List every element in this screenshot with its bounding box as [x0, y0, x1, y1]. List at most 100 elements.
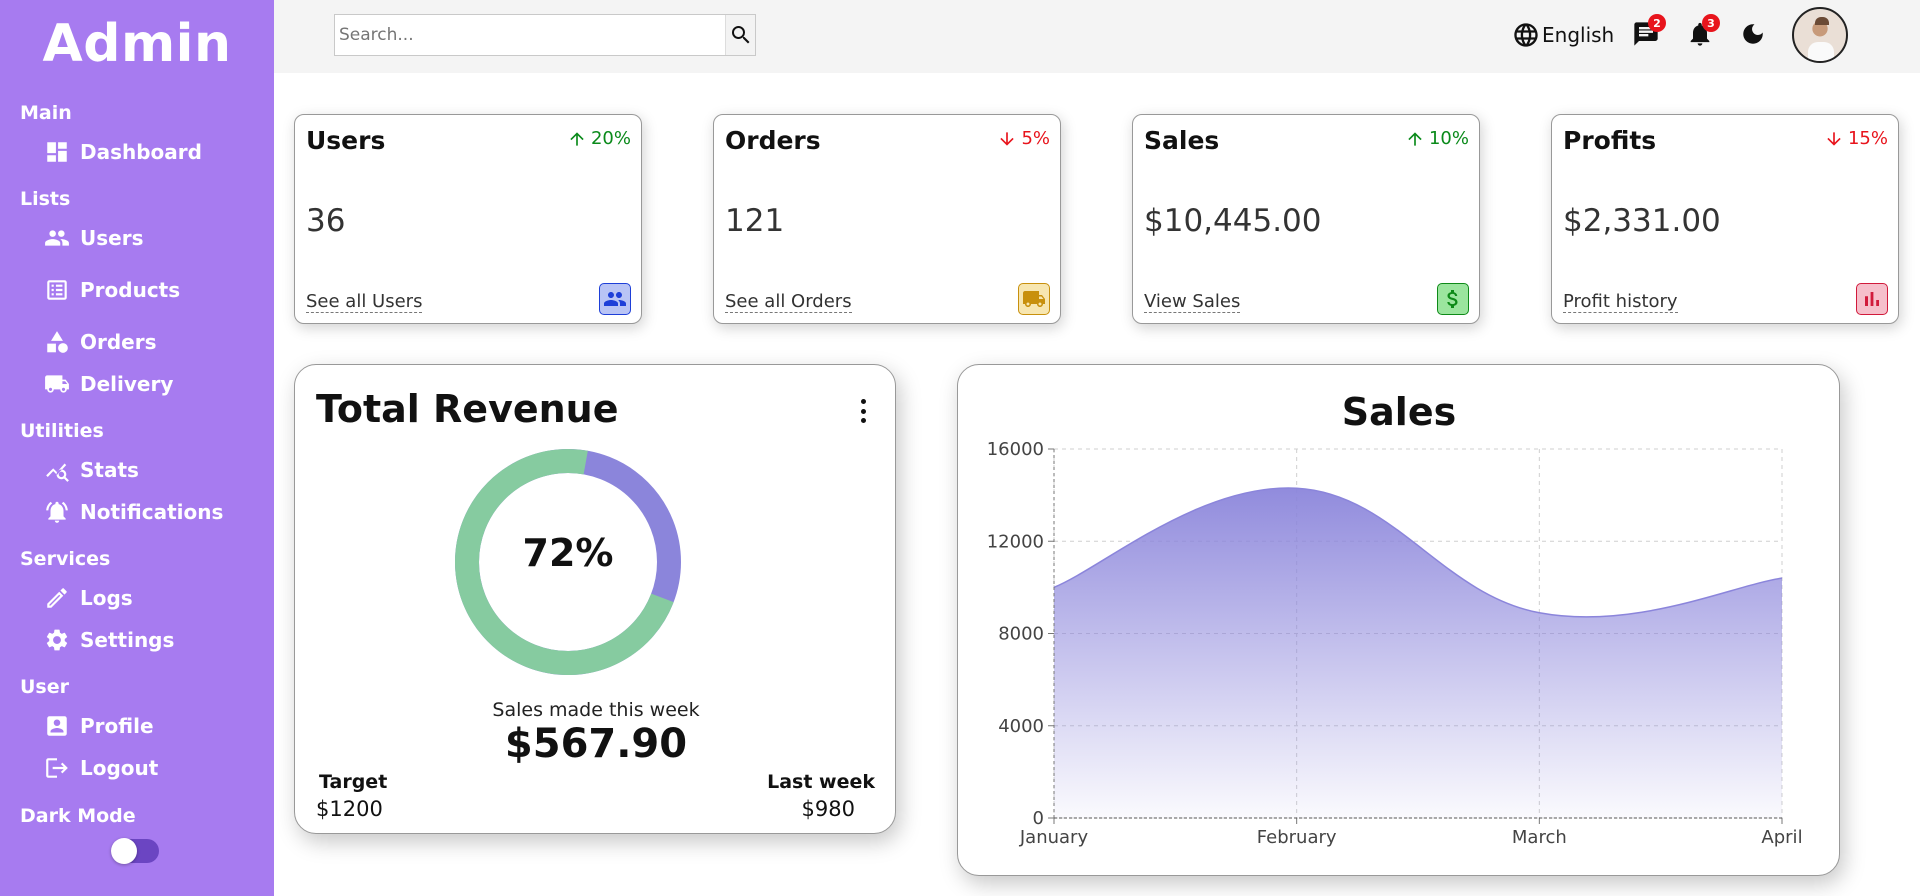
- kpi-value: 36: [306, 203, 346, 239]
- sidebar-item-label: Logs: [80, 586, 133, 610]
- messages-button[interactable]: 2: [1630, 14, 1666, 50]
- section-title-services: Services: [20, 548, 111, 570]
- list-icon: [47, 280, 67, 300]
- revenue-subtitle: Sales made this week: [492, 699, 700, 721]
- kpi-icon-box: [1018, 283, 1050, 315]
- search-input[interactable]: [335, 15, 725, 55]
- revenue-panel: Total Revenue 72% Sales made this week $…: [294, 364, 896, 834]
- more-options-icon[interactable]: [859, 399, 867, 423]
- section-title-dark-mode: Dark Mode: [20, 805, 136, 827]
- kpi-link[interactable]: Profit history: [1563, 291, 1678, 313]
- arrow-up-icon: [570, 131, 584, 146]
- shapes-icon: [47, 331, 68, 353]
- notifications-active-icon: [46, 501, 68, 523]
- logout-icon: [46, 758, 68, 778]
- sidebar-item-label: Users: [80, 226, 144, 250]
- kpi-card-users: Users 20% 36 See all Users: [294, 114, 642, 324]
- sidebar-item-users[interactable]: Users: [44, 221, 143, 255]
- sidebar-item-stats[interactable]: Stats: [44, 453, 139, 487]
- sidebar-item-orders[interactable]: Orders: [44, 325, 157, 359]
- kpi-trend-value: 10%: [1428, 128, 1469, 149]
- topbar: English 2 3: [274, 0, 1920, 73]
- sidebar-item-label: Orders: [80, 330, 157, 354]
- sidebar-item-label: Logout: [80, 756, 159, 780]
- sidebar-item-settings[interactable]: Settings: [44, 623, 174, 657]
- area-fill: [1054, 487, 1782, 818]
- y-tick-label: 0: [1033, 808, 1044, 829]
- users-icon: [45, 230, 69, 246]
- kpi-title: Profits: [1563, 126, 1657, 155]
- bar-chart-icon: [1865, 292, 1879, 306]
- sidebar-item-products[interactable]: Products: [44, 273, 180, 307]
- kpi-trend-value: 15%: [1847, 128, 1888, 149]
- kpi-card-profits: Profits 15% $2,331.00 Profit history: [1551, 114, 1899, 324]
- dashboard-icon: [47, 142, 67, 162]
- target-label: Target: [319, 771, 388, 793]
- avatar[interactable]: [1792, 7, 1848, 63]
- sidebar-item-logout[interactable]: Logout: [44, 751, 158, 785]
- moon-icon: [1743, 24, 1763, 44]
- arrow-down-icon: [1827, 131, 1841, 146]
- sales-chart-panel: Sales 0 4000 8000 12000 16000 January February…: [957, 364, 1840, 876]
- sales-chart: Sales 0 4000 8000 12000 16000 January February…: [987, 390, 1803, 848]
- search-box: [334, 14, 756, 56]
- kpi-icon-box: [599, 283, 631, 315]
- revenue-percent: 72%: [522, 531, 614, 575]
- query-stats-icon: [46, 463, 69, 482]
- sidebar-item-label: Settings: [80, 628, 175, 652]
- y-tick-label: 12000: [987, 531, 1044, 552]
- kpi-trend: 15%: [1824, 128, 1888, 149]
- search-button[interactable]: [725, 15, 755, 55]
- sidebar-item-label: Products: [80, 278, 181, 302]
- y-tick-label: 16000: [987, 439, 1044, 460]
- section-title-user: User: [20, 676, 69, 698]
- section-title-main: Main: [20, 102, 72, 124]
- chart-title: Sales: [1342, 390, 1456, 434]
- kpi-title: Users: [306, 126, 386, 155]
- users-icon: [604, 292, 626, 306]
- sidebar-item-label: Profile: [80, 714, 154, 738]
- globe-icon: [1514, 23, 1538, 47]
- arrow-down-icon: [1000, 131, 1015, 146]
- kpi-link[interactable]: See all Users: [306, 291, 423, 313]
- sidebar-item-dashboard[interactable]: Dashboard: [44, 135, 202, 169]
- kpi-trend-value: 20%: [590, 128, 631, 149]
- messages-badge: 2: [1648, 14, 1666, 32]
- kpi-link[interactable]: View Sales: [1144, 291, 1241, 313]
- sidebar: Admin Main Dashboard Lists Users Product…: [0, 0, 274, 896]
- kpi-title: Sales: [1144, 126, 1220, 155]
- kpi-card-orders: Orders 5% 121 See all Orders: [713, 114, 1061, 324]
- dollar-icon: [1447, 290, 1458, 308]
- brand-logo[interactable]: Admin: [0, 14, 274, 74]
- sidebar-item-notifications[interactable]: Notifications: [44, 495, 223, 529]
- section-title-utilities: Utilities: [20, 420, 104, 442]
- sidebar-item-label: Notifications: [80, 500, 224, 524]
- account-box-icon: [47, 716, 67, 736]
- sidebar-item-logs[interactable]: Logs: [44, 581, 133, 615]
- language-label: English: [1542, 23, 1615, 47]
- kpi-icon-box: [1856, 283, 1888, 315]
- section-title-lists: Lists: [20, 188, 71, 210]
- x-tick-label: March: [1512, 827, 1567, 848]
- kpi-title: Orders: [725, 126, 821, 155]
- kpi-link[interactable]: See all Orders: [725, 291, 852, 313]
- notifications-badge: 3: [1702, 14, 1720, 32]
- kpi-trend: 10%: [1405, 128, 1469, 149]
- dark-mode-toggle[interactable]: [111, 838, 159, 864]
- language-selector[interactable]: English: [1512, 18, 1614, 52]
- truck-icon: [45, 375, 69, 393]
- kpi-value: $10,445.00: [1144, 203, 1322, 239]
- toggle-knob: [111, 838, 137, 864]
- x-tick-label: April: [1761, 827, 1802, 848]
- sidebar-item-label: Dashboard: [80, 140, 202, 164]
- kpi-card-sales: Sales 10% $10,445.00 View Sales: [1132, 114, 1480, 324]
- truck-icon: [1023, 291, 1045, 307]
- kpi-trend: 5%: [997, 128, 1050, 149]
- revenue-amount: $567.90: [504, 721, 688, 767]
- notifications-button[interactable]: 3: [1684, 14, 1720, 50]
- dark-mode-button[interactable]: [1737, 18, 1769, 50]
- lastweek-label: Last week: [767, 771, 875, 793]
- sidebar-item-profile[interactable]: Profile: [44, 709, 154, 743]
- kpi-trend: 20%: [567, 128, 631, 149]
- sidebar-item-delivery[interactable]: Delivery: [44, 367, 173, 401]
